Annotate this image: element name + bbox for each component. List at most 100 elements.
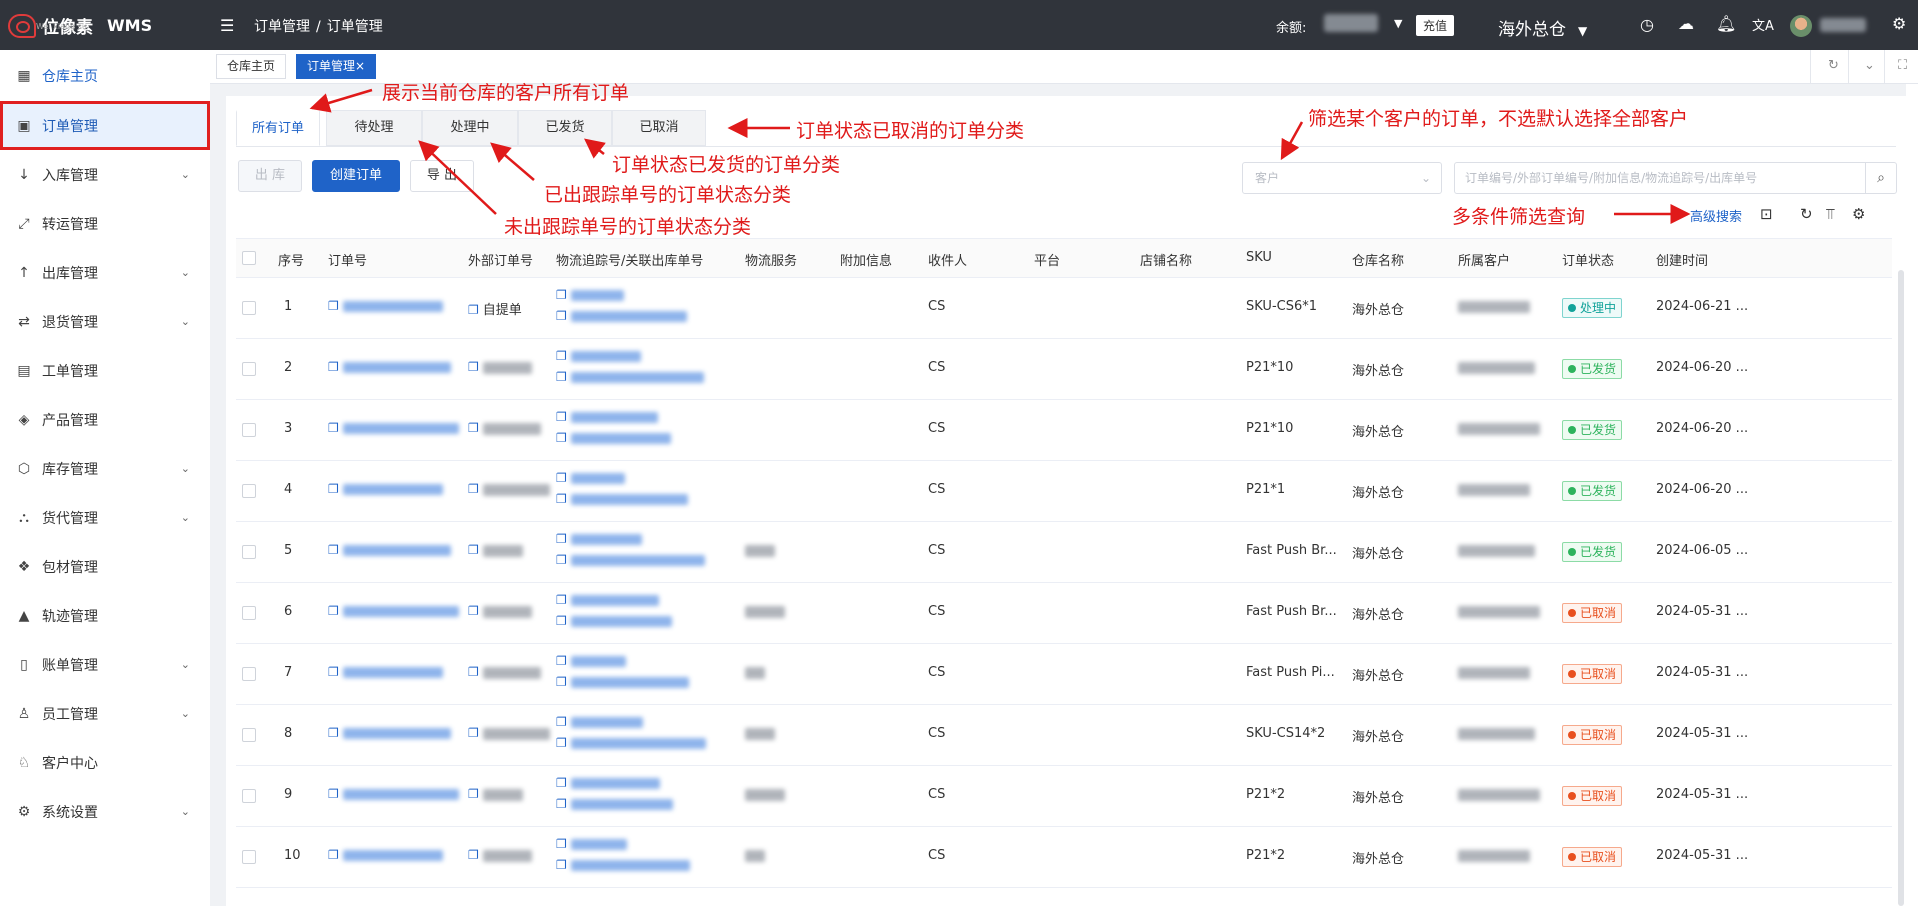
copy-icon[interactable]: ❐ (468, 665, 479, 679)
tab-shipped[interactable]: 已发货 (518, 110, 612, 146)
sidebar-item-forwarder[interactable]: ⛬ 货代管理 ⌄ (0, 493, 210, 542)
row-checkbox[interactable] (242, 606, 256, 620)
copy-icon[interactable]: ❐ (328, 543, 339, 557)
cloud-icon[interactable]: ☁ (1678, 14, 1694, 33)
tab-processing[interactable]: 处理中 (422, 110, 518, 146)
sidebar-item-tracking[interactable]: ▲ 轨迹管理 (0, 591, 210, 640)
copy-icon[interactable]: ❐ (328, 848, 339, 862)
order-number[interactable]: ❐ (328, 787, 459, 802)
column-height-icon[interactable]: ⫪ (1826, 205, 1834, 223)
tracking-number[interactable]: ❐ (556, 776, 660, 791)
copy-icon[interactable]: ❐ (556, 614, 567, 628)
copy-icon[interactable]: ❐ (556, 858, 567, 872)
customer-select[interactable]: 客户 ⌄ (1242, 162, 1442, 194)
copy-icon[interactable]: ❐ (556, 715, 567, 729)
copy-icon[interactable]: ❐ (556, 654, 567, 668)
copy-icon[interactable]: ❐ (468, 848, 479, 862)
order-number[interactable]: ❐ (328, 665, 443, 680)
tracking-number[interactable]: ❐ (556, 471, 625, 486)
copy-icon[interactable]: ❐ (556, 410, 567, 424)
outbound-number[interactable]: ❐ (556, 492, 688, 507)
chevron-down-icon[interactable]: ⌄ (1864, 58, 1875, 73)
sidebar-item-transfer[interactable]: ⤢ 转运管理 (0, 199, 210, 248)
language-icon[interactable]: 文A (1752, 15, 1774, 34)
copy-icon[interactable]: ❐ (556, 288, 567, 302)
outbound-number[interactable]: ❐ (556, 431, 671, 446)
sidebar-item-customers[interactable]: ♘ 客户中心 (0, 738, 210, 787)
sidebar-item-inventory[interactable]: ⬡ 库存管理 ⌄ (0, 444, 210, 493)
breadcrumb-item[interactable]: 订单管理 (254, 19, 310, 35)
copy-icon[interactable]: ❐ (328, 482, 339, 496)
outbound-number[interactable]: ❐ (556, 553, 705, 568)
table-row[interactable]: 2 ❐ ❐ ❐ ❐ CS P21*10 海外总仓 已发货 2024-06-20 ... (236, 339, 1892, 400)
order-number[interactable]: ❐ (328, 848, 443, 863)
gear-icon[interactable]: ⚙ (1852, 205, 1865, 223)
fullscreen-icon[interactable]: ⛶ (1898, 58, 1907, 73)
copy-icon[interactable]: ❐ (328, 421, 339, 435)
sidebar-item-home[interactable]: ▦ 仓库主页 (0, 51, 210, 100)
outbound-number[interactable]: ❐ (556, 797, 673, 812)
tracking-number[interactable]: ❐ (556, 837, 627, 852)
sidebar-item-inbound[interactable]: ↓ 入库管理 ⌄ (0, 150, 210, 199)
order-number[interactable]: ❐ (328, 543, 451, 558)
copy-icon[interactable]: ❐ (468, 303, 479, 317)
tracking-number[interactable]: ❐ (556, 532, 642, 547)
username[interactable] (1820, 18, 1866, 32)
table-row[interactable]: 5 ❐ ❐ ❐ ❐ CS Fast Push Br... 海外总仓 已发货 2024-06-05 … (236, 522, 1892, 583)
copy-icon[interactable]: ❐ (468, 482, 479, 496)
outbound-number[interactable]: ❐ (556, 858, 690, 873)
row-checkbox[interactable] (242, 850, 256, 864)
row-checkbox[interactable] (242, 362, 256, 376)
table-row[interactable]: 4 ❐ ❐ ❐ ❐ CS P21*1 海外总仓 已发货 2024-06-20 ... (236, 461, 1892, 522)
gear-icon[interactable]: ⚙ (1892, 14, 1906, 33)
copy-icon[interactable]: ❐ (328, 787, 339, 801)
tracking-number[interactable]: ❐ (556, 410, 658, 425)
copy-icon[interactable]: ❐ (556, 553, 567, 567)
menu-fold-icon[interactable]: ☰ (220, 16, 234, 35)
tracking-number[interactable]: ❐ (556, 654, 626, 669)
order-number[interactable]: ❐ (328, 421, 459, 436)
copy-icon[interactable]: ❐ (556, 797, 567, 811)
order-number[interactable]: ❐ (328, 726, 451, 741)
copy-icon[interactable]: ❐ (556, 492, 567, 506)
outbound-number[interactable]: ❐ (556, 675, 689, 690)
sidebar-item-orders[interactable]: ▣ 订单管理 (0, 101, 210, 150)
collapse-icon[interactable]: ⊡ (1760, 205, 1773, 223)
table-row[interactable]: 9 ❐ ❐ ❐ ❐ CS P21*2 海外总仓 已取消 2024-05-31 ... (236, 766, 1892, 827)
copy-icon[interactable]: ❐ (556, 309, 567, 323)
tracking-number[interactable]: ❐ (556, 349, 641, 364)
sidebar-item-returns[interactable]: ⇄ 退货管理 ⌄ (0, 297, 210, 346)
copy-icon[interactable]: ❐ (328, 604, 339, 618)
sidebar-item-settings[interactable]: ⚙ 系统设置 ⌄ (0, 787, 210, 836)
order-number[interactable]: ❐ (328, 360, 451, 375)
tab-warehouse-home[interactable]: 仓库主页 (216, 54, 287, 79)
tab-all-orders[interactable]: 所有订单 (236, 110, 320, 146)
tab-cancelled[interactable]: 已取消 (612, 110, 706, 146)
copy-icon[interactable]: ❐ (556, 736, 567, 750)
sidebar-item-outbound[interactable]: ↑ 出库管理 ⌄ (0, 248, 210, 297)
avatar[interactable] (1790, 15, 1812, 37)
export-button[interactable]: 导 出 (410, 160, 474, 192)
order-number[interactable]: ❐ (328, 482, 443, 497)
copy-icon[interactable]: ❐ (556, 471, 567, 485)
create-order-button[interactable]: 创建订单 (312, 160, 400, 192)
table-row[interactable]: 6 ❐ ❐ ❐ ❐ CS Fast Push Br... 海外总仓 已取消 2024-05-31 … (236, 583, 1892, 644)
row-checkbox[interactable] (242, 301, 256, 315)
sidebar-item-packaging[interactable]: ❖ 包材管理 (0, 542, 210, 591)
table-row[interactable]: 8 ❐ ❐ ❐ ❐ CS SKU-CS14*2 海外总仓 已取消 2024-05-31 ... (236, 705, 1892, 766)
copy-icon[interactable]: ❐ (468, 787, 479, 801)
advanced-search-link[interactable]: 高级搜索 (1690, 206, 1742, 225)
row-checkbox[interactable] (242, 728, 256, 742)
history-icon[interactable]: ◷ (1640, 15, 1654, 34)
order-number[interactable]: ❐ (328, 299, 443, 314)
outbound-number[interactable]: ❐ (556, 309, 687, 324)
sidebar-item-staff[interactable]: ♙ 员工管理 ⌄ (0, 689, 210, 738)
tracking-number[interactable]: ❐ (556, 288, 624, 303)
sidebar-item-products[interactable]: ◈ 产品管理 (0, 395, 210, 444)
warehouse-switch[interactable]: 海外总仓 ▼ (1498, 15, 1587, 40)
copy-icon[interactable]: ❐ (468, 543, 479, 557)
caret-down-icon[interactable]: ▼ (1394, 17, 1402, 30)
copy-icon[interactable]: ❐ (328, 299, 339, 313)
tab-order-management[interactable]: 订单管理× (296, 54, 377, 79)
copy-icon[interactable]: ❐ (328, 360, 339, 374)
